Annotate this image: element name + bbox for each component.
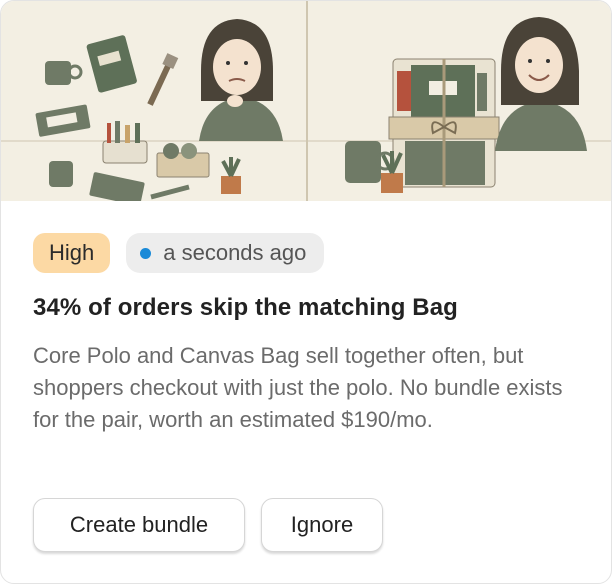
bundle-illustration [388, 58, 500, 188]
pencil-cup-illustration [102, 121, 148, 164]
happy-person-illustration [495, 17, 587, 151]
worried-person-illustration [199, 19, 283, 141]
create-bundle-button[interactable]: Create bundle [33, 498, 245, 552]
mug-2-illustration [49, 161, 73, 187]
timestamp-badge: a seconds ago [126, 233, 325, 273]
insight-description: Core Polo and Canvas Bag sell together o… [33, 343, 563, 432]
illustration-svg [1, 1, 611, 201]
ignore-button[interactable]: Ignore [261, 498, 383, 552]
brush-illustration [147, 53, 179, 106]
priority-badge: High [33, 233, 111, 273]
notebook-2-illustration [89, 172, 145, 201]
plant-illustration [221, 157, 241, 194]
status-dot-icon [140, 247, 152, 259]
insight-title: 34% of orders skip the matching Bag [33, 294, 458, 321]
tag-illustration [35, 104, 91, 137]
notebook-illustration [86, 35, 137, 93]
meta-chips: High a seconds ago [33, 233, 325, 273]
timestamp-label: a seconds ago [163, 240, 307, 265]
mug-illustration [45, 61, 83, 85]
pencil-illustration [150, 184, 190, 200]
insight-card: High a seconds ago 34% of orders skip th… [0, 0, 612, 584]
hero-illustration [1, 1, 611, 201]
tape-box-illustration [156, 143, 210, 178]
